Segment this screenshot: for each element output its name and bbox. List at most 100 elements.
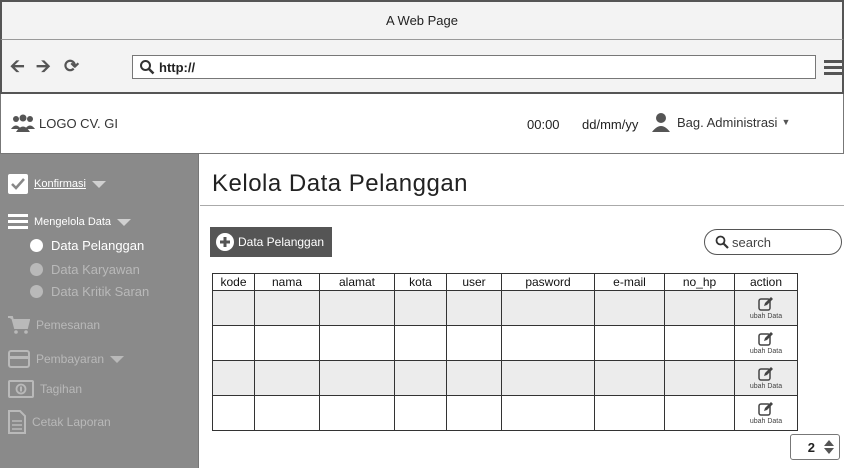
divider — [200, 205, 844, 206]
table-cell — [394, 360, 447, 396]
chevron-down-icon — [110, 355, 125, 363]
table-cell — [446, 395, 502, 431]
table-cell — [212, 290, 255, 326]
sidebar-item-pemesanan[interactable]: Pemesanan — [8, 316, 100, 334]
edit-label: ubah Data — [749, 418, 783, 425]
add-button-label: Data Pelanggan — [238, 235, 325, 249]
sidebar-item-mengelola[interactable]: Mengelola Data — [8, 214, 132, 230]
column-header-kota[interactable]: kota — [394, 273, 447, 291]
stepper-arrows-icon[interactable] — [821, 440, 837, 454]
page-number: 2 — [807, 439, 815, 455]
table-cell — [664, 290, 735, 326]
logo[interactable]: LOGO CV. GI — [11, 114, 118, 132]
table-row: ubah Data — [212, 395, 798, 431]
pelanggan-table: kode nama alamat kota user pasword e-mai… — [212, 273, 798, 431]
list-icon — [8, 214, 28, 229]
sidebar-subitem-label: Data Karyawan — [51, 262, 140, 277]
sidebar-item-label: Cetak Laporan — [32, 415, 111, 429]
add-pelanggan-button[interactable]: Data Pelanggan — [210, 227, 333, 257]
edit-icon — [758, 297, 773, 311]
date: dd/mm/yy — [582, 117, 639, 132]
table-cell — [501, 395, 595, 431]
sidebar-item-pembayaran[interactable]: Pembayaran — [8, 350, 125, 368]
table-cell — [394, 395, 447, 431]
table-cell — [394, 290, 447, 326]
radio-dot-icon — [30, 285, 43, 298]
page-title: Kelola Data Pelanggan — [212, 170, 469, 197]
column-header-email[interactable]: e-mail — [594, 273, 665, 291]
table-cell — [446, 290, 502, 326]
hamburger-menu-icon[interactable] — [824, 60, 842, 78]
radio-dot-icon — [30, 239, 43, 252]
action-cell: ubah Data — [734, 325, 798, 361]
edit-icon — [758, 332, 773, 346]
table-cell — [501, 290, 595, 326]
column-header-no-hp[interactable]: no_hp — [664, 273, 735, 291]
sidebar-subitem-data-kritik-saran[interactable]: Data Kritik Saran — [30, 284, 149, 299]
action-cell: ubah Data — [734, 395, 798, 431]
banknote-icon — [8, 380, 34, 398]
sidebar-item-tagihan[interactable]: Tagihan — [8, 380, 82, 398]
edit-button[interactable]: ubah Data — [735, 366, 797, 390]
search-input[interactable]: search — [704, 229, 842, 255]
table-row: ubah Data — [212, 290, 798, 326]
sidebar-subitem-label: Data Kritik Saran — [51, 284, 150, 299]
plus-circle-icon — [216, 233, 234, 251]
action-cell: ubah Data — [734, 290, 798, 326]
edit-button[interactable]: ubah Data — [735, 296, 797, 320]
table-cell — [319, 290, 395, 326]
user-icon — [652, 113, 670, 132]
clock: 00:00 — [527, 117, 560, 132]
table-cell — [319, 360, 395, 396]
back-icon[interactable]: 🡨 — [10, 56, 25, 76]
sidebar-subitem-data-karyawan[interactable]: Data Karyawan — [30, 262, 140, 277]
sidebar-item-konfirmasi[interactable]: Konfirmasi — [8, 174, 106, 194]
edit-label: ubah Data — [749, 383, 783, 390]
table-cell — [501, 325, 595, 361]
table-cell — [254, 325, 320, 361]
sidebar-item-label: Pemesanan — [36, 318, 101, 332]
url-bar[interactable]: http:// — [132, 55, 816, 79]
edit-label: ubah Data — [749, 313, 783, 320]
table-header-row: kode nama alamat kota user pasword e-mai… — [212, 273, 798, 291]
checkbox-icon — [8, 174, 28, 194]
table-cell — [446, 325, 502, 361]
table-cell — [594, 360, 665, 396]
search-icon — [140, 60, 155, 75]
column-header-nama[interactable]: nama — [254, 273, 320, 291]
column-header-action: action — [734, 273, 798, 291]
credit-card-icon — [8, 350, 30, 368]
table-cell — [501, 360, 595, 396]
action-cell: ubah Data — [734, 360, 798, 396]
logo-text: LOGO CV. GI — [39, 115, 118, 131]
edit-button[interactable]: ubah Data — [735, 331, 797, 355]
cart-icon — [8, 316, 30, 334]
document-icon — [8, 410, 26, 434]
forward-icon[interactable]: 🡪 — [36, 56, 51, 76]
column-header-pasword[interactable]: pasword — [501, 273, 595, 291]
sidebar-item-label: Konfirmasi — [34, 178, 86, 190]
radio-dot-icon — [30, 263, 43, 276]
user-menu[interactable]: Bag. Administrasi ▼ — [651, 112, 790, 132]
table-row: ubah Data — [212, 360, 798, 396]
sidebar-item-label: Pembayaran — [36, 352, 105, 366]
table-cell — [254, 360, 320, 396]
chevron-down-icon — [91, 180, 106, 188]
table-cell — [319, 325, 395, 361]
column-header-user[interactable]: user — [446, 273, 502, 291]
table-cell — [664, 395, 735, 431]
sidebar-subitem-data-pelanggan[interactable]: Data Pelanggan — [30, 238, 144, 253]
table-cell — [594, 290, 665, 326]
table-cell — [254, 290, 320, 326]
sidebar-subitem-label: Data Pelanggan — [51, 238, 145, 253]
window-title: A Web Page — [385, 13, 459, 28]
user-label: Bag. Administrasi — [677, 114, 778, 130]
table-cell — [594, 325, 665, 361]
column-header-kode[interactable]: kode — [212, 273, 255, 291]
column-header-alamat[interactable]: alamat — [319, 273, 395, 291]
sidebar-item-cetak-laporan[interactable]: Cetak Laporan — [8, 410, 111, 434]
page-stepper[interactable]: 2 — [790, 434, 840, 460]
reload-icon[interactable]: ⟳ — [64, 56, 79, 76]
edit-button[interactable]: ubah Data — [735, 401, 797, 425]
table-cell — [254, 395, 320, 431]
